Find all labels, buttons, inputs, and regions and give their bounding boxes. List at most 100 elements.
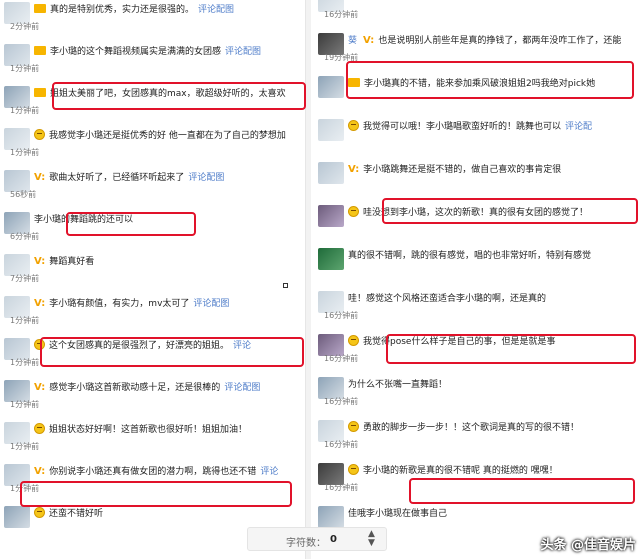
comment-line: 为什么不张嘴一直舞蹈！ [348,378,447,392]
comment-text: 舞蹈真好看 [49,257,95,267]
comment-item: V: 舞蹈真好看 7分钟前 [0,252,300,288]
comment-line: 哇！感觉这个风格还蛮适合李小璐的啊，还是真的 [348,292,546,306]
panel-divider [305,0,311,559]
avatar[interactable] [4,506,30,528]
verified-v-icon: V: [34,466,46,477]
emoji-icon [34,129,45,140]
comment-item: V: 你别说李小璐还真有做女团的潜力啊，跳得也还不错 评论 1分钟前 [0,462,300,498]
comment-item: 真的是特别优秀，实力还是很强的。 评论配图 2分钟前 [0,0,300,36]
comment-time: 16分钟前 [324,311,359,320]
counter-label: 字符数： [286,538,326,549]
comment-time: 56秒前 [10,190,37,199]
comment-text: 姐姐状态好好啊！这首新歌也很好听！姐姐加油！ [49,425,248,435]
comment-line: 李小璐的新歌是真的很不错呢 真的挺燃的 嘿嘿！ [348,464,558,478]
comment-item: 李小璐的这个舞蹈视频属实是满满的女团感 评论配图 1分钟前 [0,42,300,78]
stepper-arrows-icon[interactable]: ▲ ▼ [368,530,375,548]
avatar[interactable] [318,205,344,227]
right-comment-panel: 16分钟前葵 V: 也是说明别人前些年是真的挣钱了，都两年没咋工作了，还能 19分钟前… [314,0,640,559]
comment-item: 李小璐的新歌是真的很不错呢 真的挺燃的 嘿嘿！ 16分钟前 [314,461,640,497]
comment-text: 李小璐真的不错，能来参加乘风破浪姐姐2吗我绝对pick她 [364,79,596,89]
counter-value: 0 [330,534,337,545]
folder-icon [348,78,360,87]
comment-line: 我感觉李小璐还是挺优秀的好 他一直都在为了自己的梦想加 [34,129,286,143]
comment-text: 为什么不张嘴一直舞蹈！ [348,380,448,390]
emoji-icon [348,206,359,217]
comment-text: 姐姐太美丽了吧，女团感真的max，歌超级好听的，太喜欢 [50,89,286,99]
comment-item: 为什么不张嘴一直舞蹈！ 16分钟前 [314,375,640,411]
comment-item: 这个女团感真的是很强烈了，好漂亮的姐姐。 评论 1分钟前 [0,336,300,372]
comment-item: 哇没想到李小璐，这次的新歌！真的很有女团的感觉了！ [314,203,640,239]
comment-time: 1分钟前 [10,106,40,115]
comment-time: 1分钟前 [10,358,40,367]
avatar[interactable] [318,76,344,98]
reply-with-image-link[interactable]: 评论配图 [193,299,229,309]
avatar[interactable] [318,248,344,270]
verified-v-icon: V: [34,172,46,183]
comment-text: 我觉得可以哦！李小璐唱歌蛮好听的！跳舞也可以 [363,122,562,132]
comment-item: 我觉得pose什么样子是自己的事，但是是就是事 16分钟前 [314,332,640,368]
comment-text: 我感觉李小璐还是挺优秀的好 他一直都在为了自己的梦想加 [49,131,286,141]
reply-with-image-link[interactable]: 评论 [233,341,251,351]
reply-with-image-link[interactable]: 评论 [260,467,278,477]
comment-time: 1分钟前 [10,316,40,325]
comment-text: 佳哦李小璐现在做事自己 [348,509,448,519]
verified-v-icon: V: [34,382,46,393]
comment-line: 姐姐太美丽了吧，女团感真的max，歌超级好听的，太喜欢 [34,87,286,101]
comment-time: 16分钟前 [324,10,359,19]
comment-text: 勇敢的脚步一步一步！！这个歌词是真的写的很不错！ [363,423,580,433]
left-comment-panel: 真的是特别优秀，实力还是很强的。 评论配图 2分钟前 李小璐的这个舞蹈视频属实是满满的… [0,0,300,559]
avatar[interactable] [318,162,344,184]
comment-text: 歌曲太好听了，已经循环听起来了 [49,173,185,183]
avatar[interactable] [318,119,344,141]
reply-with-image-link[interactable]: 评论配图 [225,47,261,57]
comment-line: 姐姐状态好好啊！这首新歌也很好听！姐姐加油！ [34,423,247,437]
emoji-icon [34,423,45,434]
emoji-icon [348,464,359,475]
comment-line: V: 李小璐跳舞还是挺不错的，做自己喜欢的事肯定很 [348,163,561,177]
comment-time: 1分钟前 [10,484,40,493]
character-counter: 字符数： 0 ▲ ▼ [247,527,387,551]
comment-text: 这个女团感真的是很强烈了，好漂亮的姐姐。 [49,341,230,351]
comment-item: 李小璐的舞蹈跳的还可以 6分钟前 [0,210,300,246]
reply-with-image-link[interactable]: 评论配图 [198,5,234,15]
comment-line: 李小璐的这个舞蹈视频属实是满满的女团感 评论配图 [34,45,261,59]
avatar[interactable] [318,506,344,528]
comment-text: 真的是特别优秀，实力还是很强的。 [50,5,195,15]
comment-item: 勇敢的脚步一步一步！！这个歌词是真的写的很不错！ 16分钟前 [314,418,640,454]
comment-line: V: 歌曲太好听了，已经循环听起来了 评论配图 [34,171,224,185]
comment-line: 勇敢的脚步一步一步！！这个歌词是真的写的很不错！ [348,421,579,435]
comment-line: 真的很不错啊，跳的很有感觉，唱的也非常好听，特别有感觉 [348,249,591,263]
folder-icon [34,46,46,55]
marker-square [283,283,288,288]
comment-text: 李小璐的新歌是真的很不错呢 真的挺燃的 嘿嘿！ [363,466,558,476]
comment-line: 真的是特别优秀，实力还是很强的。 评论配图 [34,3,234,17]
comment-text: 李小璐的舞蹈跳的还可以 [34,215,134,225]
comment-line: 我觉得pose什么样子是自己的事，但是是就是事 [348,335,555,349]
comment-text: 你别说李小璐还真有做女团的潜力啊，跳得也还不错 [49,467,257,477]
comment-line: V: 感觉李小璐这首新歌动感十足，还是很棒的 评论配图 [34,381,260,395]
comment-time: 16分钟前 [324,354,359,363]
reply-with-image-link[interactable]: 评论配图 [224,383,260,393]
folder-icon [34,88,46,97]
verified-v-icon: V: [34,256,46,267]
comment-line: V: 你别说李小璐还真有做女团的潜力啊，跳得也还不错 评论 [34,465,278,479]
verified-v-icon: V: [348,164,360,175]
comment-time: 19分钟前 [324,53,359,62]
reply-with-image-link[interactable]: 评论配 [565,122,592,132]
comment-text: 感觉李小璐这首新歌动感十足，还是很棒的 [49,383,221,393]
emoji-icon [34,507,45,518]
watermark: 头条 @佳音娱片 [540,538,636,553]
emoji-icon [34,339,45,350]
reply-with-image-link[interactable]: 评论配图 [188,173,224,183]
comment-time: 16分钟前 [324,440,359,449]
comment-text: 李小璐有颜值，有实力，mv太可了 [49,299,190,309]
comment-time: 1分钟前 [10,442,40,451]
comment-time: 1分钟前 [10,148,40,157]
comment-time: 1分钟前 [10,64,40,73]
comment-time: 2分钟前 [10,22,40,31]
user-name[interactable]: 葵 [348,36,357,46]
comment-text: 我觉得pose什么样子是自己的事，但是是就是事 [363,337,556,347]
comment-text: 还蛮不错好听 [49,509,104,519]
comment-item: 我觉得可以哦！李小璐唱歌蛮好听的！跳舞也可以 评论配 [314,117,640,153]
comment-line: 这个女团感真的是很强烈了，好漂亮的姐姐。 评论 [34,339,251,353]
